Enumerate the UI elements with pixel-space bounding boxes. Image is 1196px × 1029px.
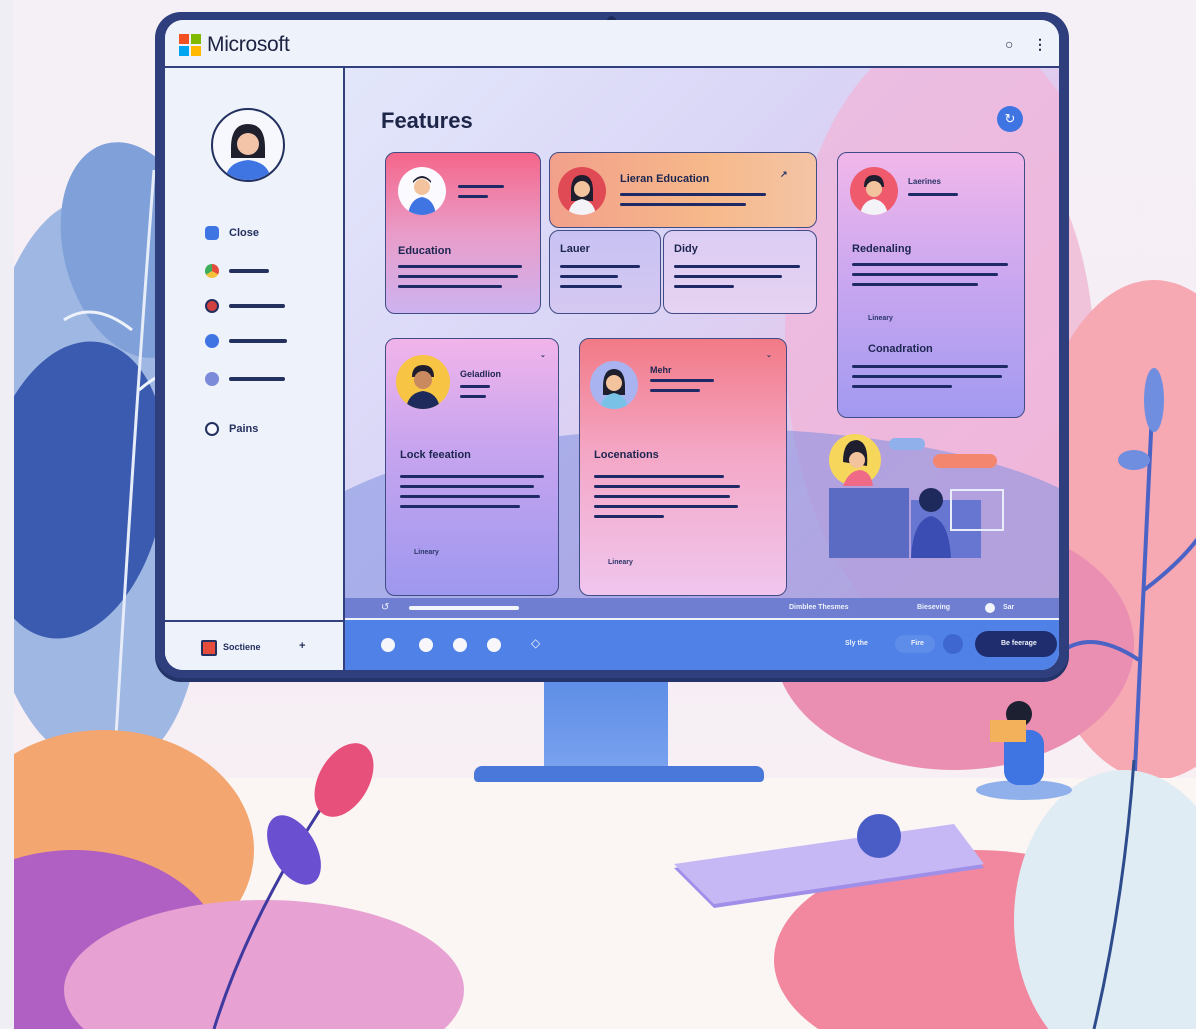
card-text-lines — [400, 475, 550, 515]
sidebar-item-placeholder — [229, 377, 285, 381]
sidebar-item-pains[interactable]: Pains — [205, 420, 258, 438]
sidebar: Close Pains Soctiene + — [165, 68, 345, 670]
sidebar-item-5[interactable] — [205, 370, 285, 388]
title-bar: Microsoft ○ ⋮ — [165, 20, 1059, 68]
card-heading: Lock feeation — [400, 449, 471, 461]
card-text-lines — [398, 265, 528, 295]
desk-paper-illustration — [674, 814, 984, 908]
feature-card-lauer[interactable]: Lauer — [549, 230, 661, 314]
more-vertical-icon[interactable]: ⋮ — [1033, 36, 1047, 53]
card-text-lines — [852, 263, 1012, 293]
card-subtitle: Geladlion — [460, 369, 502, 379]
brand-name: Microsoft — [207, 33, 290, 56]
card-text-lines — [560, 265, 650, 295]
sidebar-item-label: Pains — [229, 423, 259, 435]
card-subtitle: Mehr — [650, 365, 672, 375]
card-avatar — [396, 355, 450, 409]
help-icon — [205, 422, 219, 436]
taskbar: ◇ Sly the Fire Be feerage — [345, 620, 1059, 670]
status-item-sar[interactable]: Sar — [1003, 604, 1014, 611]
card-text-lines — [620, 193, 780, 213]
card-avatar — [398, 167, 446, 215]
card-text-lines — [852, 365, 1012, 395]
card-heading: Lauer — [560, 243, 590, 255]
sidebar-item-placeholder — [229, 269, 269, 273]
card-heading: Didy — [674, 243, 698, 255]
taskbar-label[interactable]: Sly the — [845, 640, 868, 647]
chrome-icon — [205, 264, 219, 278]
globe-icon — [205, 299, 219, 313]
progress-track[interactable] — [409, 606, 519, 610]
sidebar-item-placeholder — [229, 304, 285, 308]
chevron-down-icon[interactable]: ⌄ — [540, 351, 546, 359]
card-text-lines — [908, 193, 968, 203]
status-item-themes[interactable]: Dimblee Thesmes — [789, 604, 849, 611]
user-icon — [205, 226, 219, 240]
sidebar-item-4[interactable] — [205, 332, 287, 350]
expand-icon[interactable]: ↗ — [780, 169, 788, 180]
card-footer-label: Lineary — [868, 315, 893, 322]
status-item-bieseving[interactable]: Bieseving — [917, 604, 950, 611]
card-avatar — [558, 167, 606, 215]
card-heading: Education — [398, 245, 452, 257]
sitting-person-illustration — [976, 701, 1072, 800]
card-heading: Locenations — [594, 449, 659, 461]
sidebar-item-3[interactable] — [205, 297, 285, 315]
sidebar-footer-add[interactable]: + — [299, 640, 305, 652]
card-heading: Lieran Education — [620, 173, 710, 185]
feature-card-laerines[interactable]: Laerines Redenaling Lineary Conadration — [837, 152, 1025, 418]
microsoft-logo-icon — [179, 34, 201, 56]
card-avatar — [590, 361, 638, 409]
card-text-lines — [674, 265, 804, 295]
sidebar-item-placeholder — [229, 339, 287, 343]
sidebar-item-close[interactable]: Close — [205, 224, 259, 242]
main-content: Features ↻ Education Lieran Education ↗ … — [345, 68, 1059, 618]
video-call-illustration — [829, 434, 1004, 558]
screen: Microsoft ○ ⋮ Close Pains Soctiene + Fea… — [165, 20, 1059, 670]
feature-card-didy[interactable]: Didy — [663, 230, 817, 314]
card-footer-label: Lineary — [608, 559, 633, 566]
sidebar-footer-label: Soctiene — [223, 642, 261, 652]
card-subtitle: Laerines — [908, 177, 941, 186]
status-dot — [985, 603, 995, 613]
info-icon — [205, 334, 219, 348]
taskbar-label: Fire — [911, 640, 924, 647]
chevron-down-icon[interactable]: ⌄ — [766, 351, 772, 359]
card-footer-label: Lineary — [414, 549, 439, 556]
page-title: Features — [381, 108, 473, 133]
sidebar-footer-icon — [201, 640, 217, 656]
card-text-lines — [460, 385, 520, 405]
taskbar-action-label: Be feerage — [1001, 640, 1037, 647]
card-text-lines — [650, 379, 720, 399]
back-icon[interactable]: ↺ — [381, 602, 389, 613]
taskbar-status-circle[interactable] — [943, 634, 963, 654]
content-status-bar: ↺ Dimblee Thesmes Bieseving Sar — [345, 598, 1059, 618]
illustration-scene: Microsoft ○ ⋮ Close Pains Soctiene + Fea… — [14, 0, 1196, 1029]
monitor-stand-neck — [544, 678, 668, 770]
monitor: Microsoft ○ ⋮ Close Pains Soctiene + Fea… — [155, 12, 1069, 678]
card-text-lines — [594, 475, 764, 525]
sidebar-item-label: Close — [229, 227, 259, 239]
taskbar-app-icon[interactable] — [487, 638, 501, 652]
feature-card-mehr[interactable]: Mehr ⌄ Locenations Lineary — [579, 338, 787, 596]
settings-icon — [205, 372, 219, 386]
circle-icon[interactable]: ○ — [1005, 36, 1013, 52]
sidebar-footer[interactable]: Soctiene + — [165, 620, 343, 670]
taskbar-app-icon[interactable] — [419, 638, 433, 652]
monitor-stand-base — [474, 766, 764, 782]
feature-card-lieran-education[interactable]: Lieran Education ↗ — [549, 152, 817, 228]
card-text-lines — [458, 185, 504, 205]
feature-card-education[interactable]: Education — [385, 152, 541, 314]
bag-icon[interactable]: ◇ — [531, 636, 540, 650]
refresh-button[interactable]: ↻ — [997, 106, 1023, 132]
sidebar-item-2[interactable] — [205, 262, 269, 280]
taskbar-app-icon[interactable] — [381, 638, 395, 652]
profile-avatar[interactable] — [211, 108, 285, 182]
feature-card-geladlion[interactable]: Geladlion ⌄ Lock feeation Lineary — [385, 338, 559, 596]
card-avatar — [850, 167, 898, 215]
card-section-heading: Conadration — [868, 343, 933, 355]
card-heading: Redenaling — [852, 243, 912, 255]
taskbar-app-icon[interactable] — [453, 638, 467, 652]
